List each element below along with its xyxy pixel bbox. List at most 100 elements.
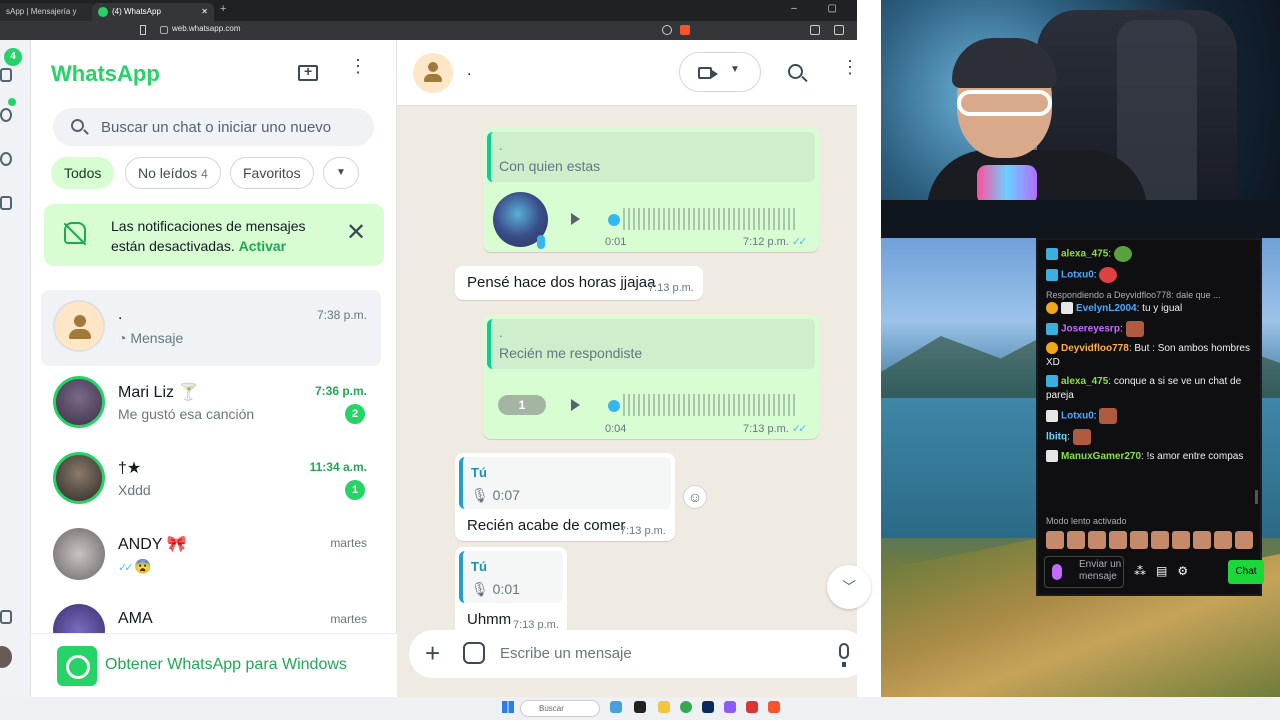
search-icon[interactable] bbox=[788, 64, 803, 79]
contact-avatar[interactable] bbox=[413, 53, 453, 93]
chrome-icon[interactable] bbox=[680, 701, 692, 713]
attach-plus-icon[interactable]: + bbox=[425, 638, 440, 669]
new-tab-icon[interactable]: + bbox=[220, 3, 226, 15]
message-bubble-incoming[interactable]: Tú 🎙 0:07 Recién acabe de comer 7:13 p.m… bbox=[455, 453, 675, 541]
discord-icon[interactable] bbox=[724, 701, 736, 713]
extensions-icon[interactable] bbox=[810, 25, 820, 35]
chat-scrollbar[interactable] bbox=[1255, 490, 1258, 504]
zoom-icon[interactable] bbox=[662, 25, 672, 35]
quoted-message[interactable]: Tú 🎙 0:07 bbox=[459, 457, 671, 509]
emote-icon[interactable] bbox=[1130, 531, 1148, 549]
stream-chat-message: ManuxGamer270: !s amor entre compas bbox=[1046, 450, 1258, 464]
activate-notifications-link[interactable]: Activar bbox=[239, 238, 286, 254]
get-app-text[interactable]: Obtener WhatsApp para Windows bbox=[105, 656, 347, 674]
windows-start-icon[interactable] bbox=[502, 701, 514, 713]
play-icon[interactable] bbox=[571, 213, 580, 225]
obs-icon[interactable] bbox=[746, 701, 758, 713]
message-bubble-outgoing[interactable]: . Con quien estas 0:01 7:12 p.m. ✓✓ bbox=[483, 128, 819, 252]
emote-icon[interactable] bbox=[1172, 531, 1190, 549]
status-icon[interactable] bbox=[0, 108, 12, 122]
filter-more-dropdown[interactable]: ▼ bbox=[323, 157, 359, 189]
chats-icon[interactable] bbox=[0, 68, 12, 82]
close-tab-icon[interactable]: ✕ bbox=[201, 3, 208, 21]
quoted-message[interactable]: . Recién me respondiste bbox=[487, 319, 815, 369]
play-icon[interactable] bbox=[571, 399, 580, 411]
playback-scrubber[interactable] bbox=[608, 400, 620, 412]
message-bubble-outgoing[interactable]: . Recién me respondiste 1 0:04 7:13 p.m.… bbox=[483, 315, 819, 439]
microphone-icon[interactable] bbox=[839, 643, 849, 667]
message-bubble-incoming[interactable]: Tú 🎙 0:01 Uhmm 7:13 p.m. bbox=[455, 547, 567, 635]
chat-username[interactable]: alexa_475 bbox=[1061, 376, 1108, 387]
chat-username[interactable]: Lotxu0 bbox=[1061, 270, 1094, 281]
chat-message-text: tu y igual bbox=[1142, 303, 1183, 314]
photoshop-icon[interactable] bbox=[702, 701, 714, 713]
sidebar-toggle-icon[interactable] bbox=[834, 25, 844, 35]
emote-icon[interactable] bbox=[1214, 531, 1232, 549]
emote-bar bbox=[1046, 531, 1253, 549]
quoted-message[interactable]: Tú 🎙 0:01 bbox=[459, 551, 563, 603]
chat-send-button[interactable]: Chat bbox=[1228, 560, 1264, 584]
message-bubble-incoming[interactable]: Pensé hace dos horas jjajaa 7:13 p.m. bbox=[455, 266, 703, 300]
chat-username[interactable]: alexa_475 bbox=[1061, 249, 1108, 260]
emote-icon[interactable] bbox=[1193, 531, 1211, 549]
voice-waveform[interactable] bbox=[623, 208, 798, 230]
brave-shield-icon[interactable] bbox=[680, 25, 690, 35]
profile-avatar[interactable] bbox=[0, 646, 12, 668]
chat-username[interactable]: EvelynL2004 bbox=[1076, 303, 1137, 314]
scroll-to-bottom-button[interactable]: ﹀ bbox=[827, 565, 871, 609]
site-info-icon[interactable] bbox=[160, 26, 168, 34]
chat-list-item[interactable]: †★ 11:34 a.m. Xddd 1 bbox=[41, 442, 381, 518]
channels-icon[interactable] bbox=[0, 152, 12, 166]
playback-speed-button[interactable]: 1 bbox=[498, 395, 546, 415]
emote-icon[interactable] bbox=[1067, 531, 1085, 549]
chat-username[interactable]: ManuxGamer270 bbox=[1061, 451, 1141, 462]
browser-tab-active[interactable]: (4) WhatsApp ✕ bbox=[92, 3, 214, 21]
react-emoji-icon[interactable]: ☺ bbox=[683, 485, 707, 509]
emote-icon[interactable] bbox=[1046, 531, 1064, 549]
taskbar-app-icon[interactable] bbox=[610, 701, 622, 713]
new-chat-icon[interactable] bbox=[298, 63, 318, 81]
chat-list-item[interactable]: ANDY 🎀 martes ✓✓ 😨 bbox=[41, 518, 381, 594]
chat-username[interactable]: lbitq bbox=[1046, 432, 1067, 443]
chat-username[interactable]: Deyvidfloo778 bbox=[1061, 343, 1129, 354]
store-icon[interactable]: ▤ bbox=[1156, 564, 1167, 578]
chat-message-input[interactable]: Enviar un mensaje bbox=[1044, 556, 1124, 588]
playback-scrubber[interactable] bbox=[608, 214, 620, 226]
browser-tab[interactable]: sApp | Mensajería y llamadas gr... bbox=[0, 3, 92, 34]
address-bar[interactable]: web.whatsapp.com bbox=[0, 21, 857, 40]
menu-icon[interactable]: ⋮ bbox=[841, 58, 859, 76]
media-icon[interactable] bbox=[0, 610, 12, 624]
chat-username[interactable]: Lotxu0 bbox=[1061, 411, 1094, 422]
chat-list-item[interactable]: . 7:38 p.m. ◔ Mensaje bbox=[41, 290, 381, 366]
close-icon[interactable]: ✕ bbox=[346, 218, 366, 247]
video-call-button[interactable]: ▼ bbox=[679, 52, 761, 92]
window-controls[interactable]: – ▢ bbox=[791, 3, 851, 14]
filter-no-leidos[interactable]: No leídos 4 bbox=[125, 157, 221, 189]
contact-name[interactable]: . bbox=[467, 62, 471, 80]
emote-icon[interactable] bbox=[1235, 531, 1253, 549]
settings-icon[interactable]: ⚙ bbox=[1177, 564, 1188, 578]
emote-icon[interactable] bbox=[1151, 531, 1169, 549]
get-windows-app-banner[interactable]: Obtener WhatsApp para Windows bbox=[31, 633, 397, 697]
quoted-message[interactable]: . Con quien estas bbox=[487, 132, 815, 182]
brave-icon[interactable] bbox=[768, 701, 780, 713]
menu-icon[interactable]: ⋮ bbox=[349, 57, 367, 75]
search-input[interactable]: Buscar un chat o iniciar uno nuevo bbox=[101, 119, 331, 136]
filter-favoritos[interactable]: Favoritos bbox=[230, 157, 314, 189]
message-input[interactable]: Escribe un mensaje bbox=[500, 645, 632, 662]
filter-todos[interactable]: Todos bbox=[51, 157, 115, 189]
search-box[interactable]: Buscar un chat o iniciar uno nuevo bbox=[53, 108, 374, 146]
bookmark-icon[interactable] bbox=[140, 25, 146, 35]
file-explorer-icon[interactable] bbox=[658, 701, 670, 713]
emote-icon[interactable] bbox=[1088, 531, 1106, 549]
url-text[interactable]: web.whatsapp.com bbox=[172, 24, 240, 33]
voice-waveform[interactable] bbox=[623, 394, 798, 416]
chat-username[interactable]: Josereyesrp bbox=[1061, 324, 1120, 335]
taskbar-search[interactable]: Buscar bbox=[520, 700, 600, 717]
taskbar-app-icon[interactable] bbox=[634, 701, 646, 713]
sticker-emoji-icon[interactable] bbox=[463, 642, 485, 664]
chat-list-item[interactable]: Mari Liz 🍸 7:36 p.m. Me gustó esa canció… bbox=[41, 366, 381, 442]
emote-icon[interactable] bbox=[1109, 531, 1127, 549]
communities-icon[interactable] bbox=[0, 196, 12, 210]
bits-icon[interactable]: ⁂ bbox=[1134, 564, 1146, 578]
